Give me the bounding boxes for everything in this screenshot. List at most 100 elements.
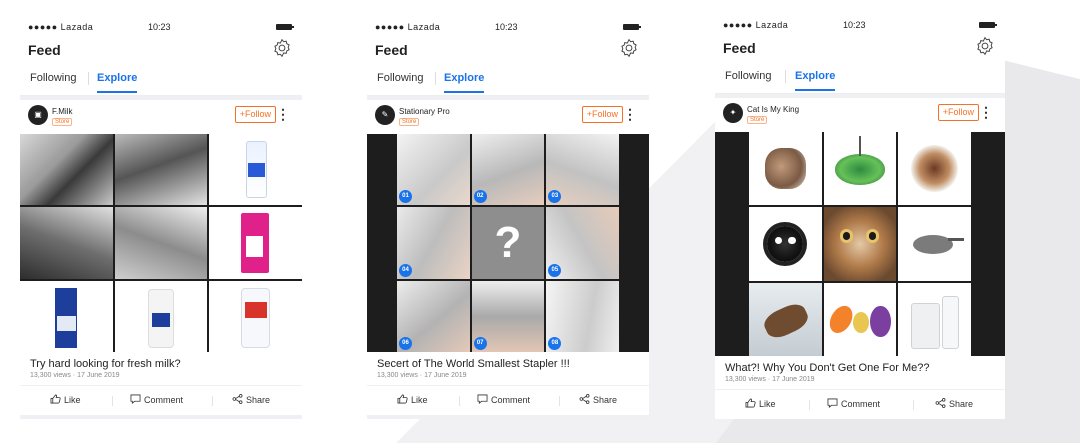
follow-button[interactable]: +Follow — [937, 104, 979, 121]
share-button[interactable]: Share — [935, 398, 973, 409]
post-meta: 13,300 views · 17 June 2019 — [30, 372, 120, 379]
more-vertical-icon[interactable]: ⋮ — [276, 106, 290, 123]
gear-icon[interactable] — [619, 38, 639, 58]
milk-photo — [20, 207, 113, 279]
post-title[interactable]: What?! Why You Don't Get One For Me?? — [715, 356, 1005, 376]
action-divider — [112, 396, 113, 406]
avatar[interactable]: ✎ — [375, 105, 395, 125]
tab-following[interactable]: Following — [377, 72, 423, 84]
post-title[interactable]: Try hard looking for fresh milk? — [20, 352, 302, 372]
store-badge: Store — [399, 118, 420, 126]
comment-label: Comment — [144, 395, 184, 405]
step-number: 02 — [473, 190, 487, 204]
tab-following[interactable]: Following — [725, 70, 771, 82]
gear-icon[interactable] — [975, 36, 995, 56]
image-grid: 01 02 03 04 ? 05 06 07 08 — [397, 134, 619, 352]
like-button[interactable]: Like — [397, 394, 428, 405]
post-meta: 13,300 views · 17 June 2019 — [377, 372, 467, 379]
tab-explore[interactable]: Explore — [97, 72, 138, 93]
more-vertical-icon[interactable]: ⋮ — [623, 106, 637, 123]
shop-name[interactable]: Cat Is My King — [747, 105, 799, 114]
like-button[interactable]: Like — [745, 398, 776, 409]
step-number: 08 — [548, 337, 562, 350]
action-divider — [809, 400, 810, 410]
carrier-label: ●●●●● Lazada — [723, 20, 789, 30]
more-vertical-icon[interactable]: ⋮ — [979, 104, 993, 121]
status-bar: ●●●●● Lazada 10:23 — [367, 12, 649, 40]
avatar[interactable]: ✦ — [723, 103, 743, 123]
cat-toy-image — [823, 282, 897, 356]
cat-product-image — [749, 207, 822, 281]
phone-screen-stapler: ●●●●● Lazada 10:23 Feed Following Explor… — [367, 12, 649, 419]
tab-explore[interactable]: Explore — [795, 70, 836, 91]
post-media[interactable]: 01 02 03 04 ? 05 06 07 08 — [367, 134, 649, 352]
post-media[interactable] — [715, 132, 1005, 356]
page-title: Feed — [28, 42, 61, 58]
share-label: Share — [949, 399, 974, 409]
follow-button[interactable]: +Follow — [581, 106, 623, 123]
battery-icon — [979, 22, 997, 28]
mystery-image: ? — [471, 207, 545, 279]
tab-following[interactable]: Following — [30, 72, 76, 84]
comment-icon — [827, 398, 838, 408]
action-divider — [913, 400, 914, 410]
post-meta: 13,300 views · 17 June 2019 — [725, 376, 815, 383]
action-divider — [559, 396, 560, 406]
shop-name[interactable]: F.Milk — [52, 107, 72, 116]
post-date: 17 June 2019 — [772, 376, 815, 383]
image-grid — [20, 134, 302, 352]
like-button[interactable]: Like — [50, 394, 81, 405]
feed-header: Feed — [715, 36, 1005, 66]
post-actions: Like Comment Share — [367, 385, 649, 415]
share-button[interactable]: Share — [232, 394, 270, 405]
post-actions: Like Comment Share — [715, 389, 1005, 419]
clock: 10:23 — [843, 20, 866, 30]
milk-carton-image — [209, 207, 302, 279]
battery-icon — [276, 24, 294, 30]
step-number: 03 — [548, 190, 562, 204]
stapler-step-image: 02 — [471, 134, 545, 206]
share-button[interactable]: Share — [579, 394, 617, 405]
section-divider — [367, 415, 649, 419]
milk-bottle-image — [114, 280, 208, 352]
gear-icon[interactable] — [272, 38, 292, 58]
post-actions: Like Comment Share — [20, 385, 302, 415]
status-bar: ●●●●● Lazada 10:23 — [715, 10, 1005, 38]
share-label: Share — [246, 395, 271, 405]
page-title: Feed — [723, 40, 756, 56]
comment-button[interactable]: Comment — [130, 394, 183, 405]
post-title[interactable]: Secert of The World Smallest Stapler !!! — [367, 352, 649, 372]
avatar[interactable]: ▣ — [28, 105, 48, 125]
step-number: 04 — [399, 263, 412, 277]
share-icon — [935, 398, 946, 408]
post-media[interactable] — [20, 134, 302, 352]
feed-tabs: Following Explore — [715, 66, 1005, 94]
shop-name[interactable]: Stationary Pro — [399, 107, 450, 116]
stapler-step-image: 01 — [397, 134, 470, 206]
stapler-step-image: 06 — [397, 280, 470, 352]
section-divider — [20, 415, 302, 419]
tab-explore[interactable]: Explore — [444, 72, 485, 93]
milk-bottle-image — [209, 280, 302, 352]
step-number: 05 — [548, 263, 562, 277]
comment-icon — [477, 394, 488, 404]
share-icon — [579, 394, 590, 404]
post-date: 17 June 2019 — [77, 372, 120, 379]
comment-button[interactable]: Comment — [827, 398, 880, 409]
feed-tabs: Following Explore — [367, 68, 649, 96]
phone-screen-milk: ●●●●● Lazada 10:23 Feed Following Explor… — [20, 12, 302, 419]
stapler-step-image: 03 — [546, 134, 619, 206]
like-label: Like — [411, 395, 428, 405]
milk-photo — [114, 134, 208, 206]
comment-button[interactable]: Comment — [477, 394, 530, 405]
status-bar: ●●●●● Lazada 10:23 — [20, 12, 302, 40]
follow-button[interactable]: +Follow — [234, 106, 276, 123]
page-title: Feed — [375, 42, 408, 58]
thumbs-up-icon — [50, 394, 61, 404]
milk-bottle-image — [209, 134, 302, 206]
post-header: ▣ F.Milk Store +Follow ⋮ — [20, 100, 302, 134]
showcase-canvas: ●●●●● Lazada 10:23 Feed Following Explor… — [0, 0, 1080, 443]
post-header: ✎ Stationary Pro Store +Follow ⋮ — [367, 100, 649, 134]
tab-divider — [435, 72, 436, 85]
tab-divider — [88, 72, 89, 85]
